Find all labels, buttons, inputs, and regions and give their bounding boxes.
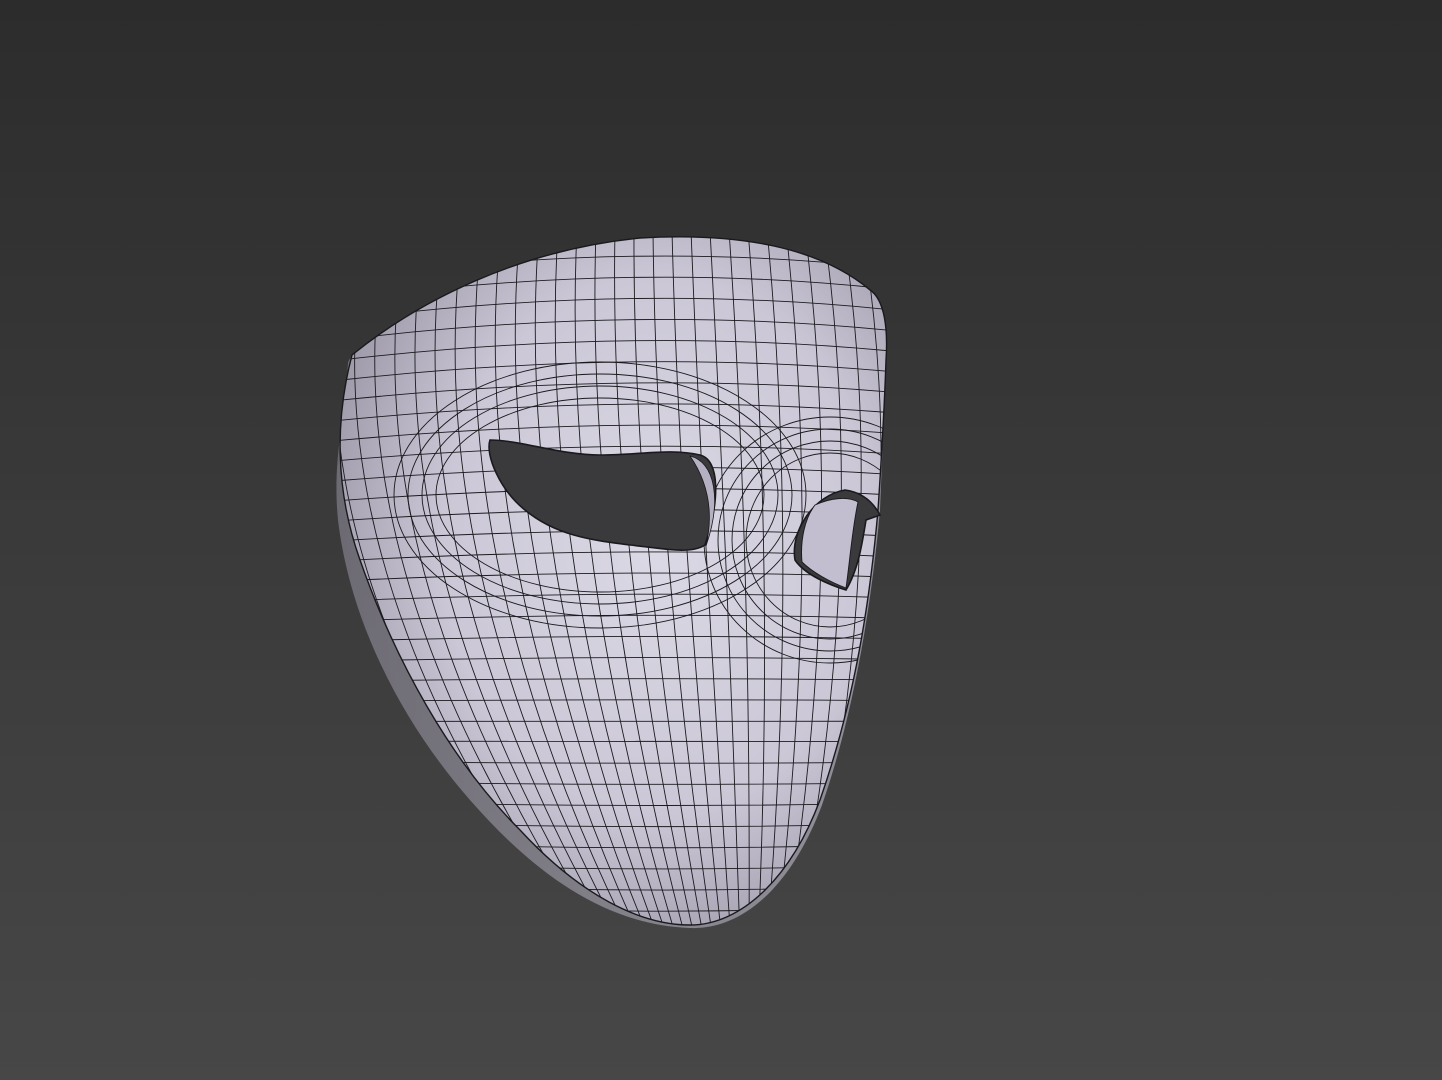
mask-render [336,236,888,929]
wire-latitude [340,918,887,925]
mask-surface [339,236,888,926]
3d-viewport[interactable] [0,0,1442,1080]
